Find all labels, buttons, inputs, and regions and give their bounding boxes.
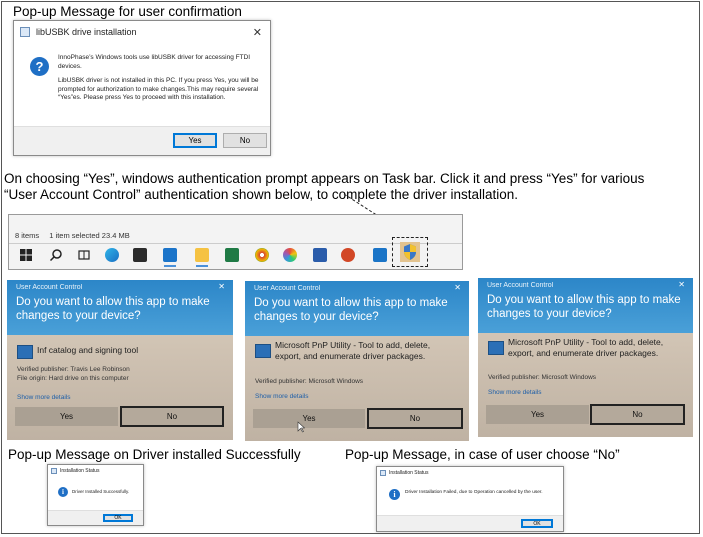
- photos-icon[interactable]: [283, 248, 297, 262]
- show-more-details-link[interactable]: Show more details: [17, 394, 70, 401]
- caption-instruction-line2: “User Account Control” authentication sh…: [4, 187, 519, 202]
- info-icon: i: [58, 487, 68, 497]
- confirm-dialog-titlebar: libUSBK drive installation ✕: [14, 21, 270, 43]
- failure-dialog-titlebar: Installation Status: [377, 467, 563, 479]
- show-more-details-link[interactable]: Show more details: [488, 389, 541, 396]
- uac-no-button[interactable]: No: [590, 404, 685, 425]
- confirm-dialog-footer: Yes No: [14, 126, 270, 155]
- yes-button[interactable]: Yes: [173, 133, 217, 148]
- question-icon: ?: [30, 57, 49, 76]
- app-icon[interactable]: [373, 248, 387, 262]
- store-icon[interactable]: [133, 248, 147, 262]
- mouse-cursor-icon: [297, 421, 305, 433]
- taskbar-screenshot: 8 items 1 item selected 23.4 MB: [8, 214, 463, 270]
- uac-taskbar-button[interactable]: [400, 242, 420, 262]
- word-icon[interactable]: [313, 248, 327, 262]
- ok-button[interactable]: OK: [103, 514, 133, 522]
- uac-header: User Account Control: [16, 284, 83, 291]
- success-dialog-titlebar: Installation Status: [48, 465, 143, 477]
- uac-yes-button[interactable]: Yes: [15, 407, 118, 426]
- caption-confirmation: Pop-up Message for user confirmation: [13, 4, 242, 19]
- chrome-icon[interactable]: [255, 248, 269, 262]
- close-icon[interactable]: ✕: [454, 283, 461, 292]
- failure-dialog: Installation Status i Driver Installatio…: [376, 466, 564, 532]
- usb-app-icon: [20, 27, 30, 37]
- excel-icon[interactable]: [225, 248, 239, 262]
- confirm-line1: InnoPhase’s Windows tools use libUSBK dr…: [58, 54, 251, 70]
- file-explorer-icon[interactable]: [195, 248, 209, 262]
- close-icon[interactable]: ✕: [678, 280, 685, 289]
- uac-question: Do you want to allow this app to make ch…: [16, 296, 210, 322]
- items-count: 8 items: [15, 231, 40, 240]
- uac-dialog-1: User Account Control ✕ Do you want to al…: [7, 280, 233, 440]
- caption-success: Pop-up Message on Driver installed Succe…: [8, 447, 301, 462]
- close-icon[interactable]: ✕: [253, 26, 262, 39]
- mail-icon[interactable]: [163, 248, 177, 262]
- program-icon: [255, 344, 271, 358]
- uac-app-name: Microsoft PnP Utility - Tool to add, del…: [508, 337, 664, 358]
- explorer-status: 8 items 1 item selected 23.4 MB: [15, 231, 138, 240]
- info-icon: i: [389, 489, 400, 500]
- uac-yes-button[interactable]: Yes: [253, 409, 365, 428]
- selection-info: 1 item selected 23.4 MB: [49, 231, 130, 240]
- uac-no-button[interactable]: No: [120, 406, 224, 427]
- success-dialog-title: Installation Status: [60, 468, 100, 474]
- uac-dialog-2: User Account Control ✕ Do you want to al…: [245, 281, 469, 441]
- uac-publisher: Verified publisher: Microsoft Windows: [488, 374, 597, 381]
- uac-no-button[interactable]: No: [367, 408, 463, 429]
- app-icon: [51, 468, 57, 474]
- program-icon: [17, 345, 33, 359]
- uac-publisher: Verified publisher: Microsoft Windows: [255, 378, 364, 385]
- windows-start-icon[interactable]: [19, 248, 33, 262]
- failure-dialog-title: Installation Status: [389, 470, 429, 476]
- uac-app-name: Inf catalog and signing tool: [37, 345, 139, 355]
- uac-header: User Account Control: [487, 282, 554, 289]
- confirm-dialog: libUSBK drive installation ✕ ? InnoPhase…: [13, 20, 271, 156]
- uac-header: User Account Control: [254, 285, 321, 292]
- app-icon: [380, 470, 386, 476]
- success-message: Driver Installed Successfully.: [72, 489, 130, 494]
- powerpoint-icon[interactable]: [341, 248, 355, 262]
- uac-shield-icon: [404, 244, 416, 260]
- uac-yes-button[interactable]: Yes: [486, 405, 589, 424]
- confirm-line2: LibUSBK driver is not installed in this …: [58, 77, 259, 101]
- show-more-details-link[interactable]: Show more details: [255, 393, 308, 400]
- ok-button[interactable]: OK: [521, 519, 553, 528]
- failure-message: Driver Installation Failed, due to Opera…: [405, 490, 543, 495]
- edge-browser-icon[interactable]: [105, 248, 119, 262]
- search-icon[interactable]: [49, 248, 63, 262]
- success-dialog: Installation Status i Driver Installed S…: [47, 464, 144, 526]
- uac-question: Do you want to allow this app to make ch…: [487, 294, 681, 320]
- caption-instruction-line1: On choosing “Yes”, windows authenticatio…: [4, 171, 645, 186]
- uac-dialog-3: User Account Control ✕ Do you want to al…: [478, 278, 693, 437]
- confirm-dialog-title: libUSBK drive installation: [36, 27, 137, 37]
- uac-publisher: Verified publisher: Travis Lee Robinson: [17, 366, 130, 373]
- uac-file-origin: File origin: Hard drive on this computer: [17, 375, 129, 382]
- task-view-icon[interactable]: [77, 248, 91, 262]
- caption-failure: Pop-up Message, in case of user choose “…: [345, 447, 620, 462]
- no-button[interactable]: No: [223, 133, 267, 148]
- uac-question: Do you want to allow this app to make ch…: [254, 297, 448, 323]
- program-icon: [488, 341, 504, 355]
- close-icon[interactable]: ✕: [218, 282, 225, 291]
- uac-app-name: Microsoft PnP Utility - Tool to add, del…: [275, 340, 431, 361]
